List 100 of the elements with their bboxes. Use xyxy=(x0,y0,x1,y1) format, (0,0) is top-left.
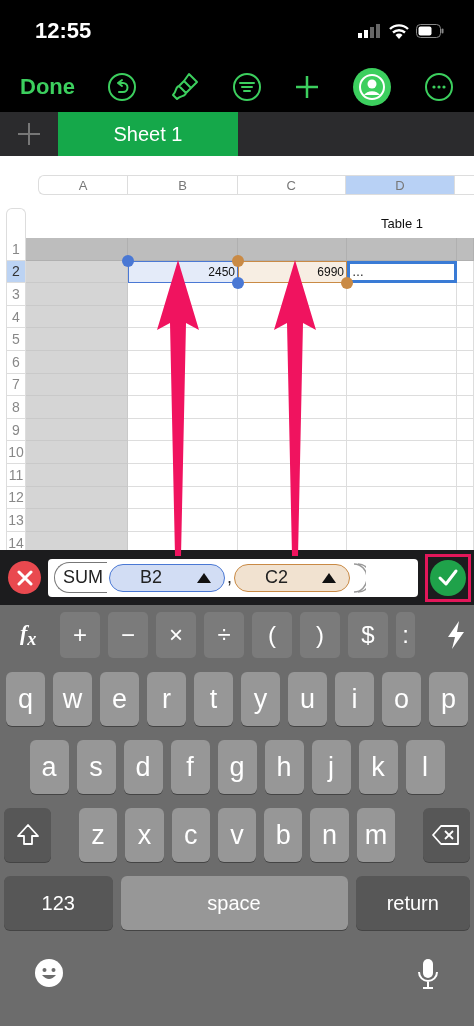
row-number[interactable]: 8 xyxy=(6,396,26,419)
keyboard-key[interactable]: p xyxy=(429,672,468,726)
keyboard-key[interactable]: s xyxy=(76,740,116,794)
keyboard-key[interactable]: o xyxy=(382,672,421,726)
row-number[interactable]: 10 xyxy=(6,441,26,464)
paren-drawing xyxy=(352,562,366,593)
emoji-icon[interactable] xyxy=(34,958,64,988)
keyboard-key[interactable]: d xyxy=(123,740,163,794)
keyboard-key[interactable]: c xyxy=(171,808,210,862)
row-number[interactable]: 1 xyxy=(6,238,26,261)
column-header[interactable]: D xyxy=(344,175,455,195)
backspace-icon xyxy=(432,825,461,845)
lightning-icon[interactable] xyxy=(446,621,466,649)
table-cell xyxy=(457,441,474,464)
column-header[interactable]: A xyxy=(38,175,128,195)
row-number[interactable]: 13 xyxy=(6,509,26,532)
shift-icon xyxy=(15,823,40,847)
keyboard-key[interactable]: r xyxy=(147,672,186,726)
filter-icon[interactable] xyxy=(232,72,263,102)
keyboard-key[interactable]: m xyxy=(356,808,396,862)
keyboard-key[interactable]: q xyxy=(6,672,45,726)
keyboard-key[interactable]: a xyxy=(29,740,69,794)
numbers-key[interactable]: 123 xyxy=(4,876,113,930)
add-icon[interactable] xyxy=(294,74,321,100)
keyboard-key[interactable]: z xyxy=(78,808,118,862)
person-icon[interactable] xyxy=(352,67,393,107)
row-number[interactable]: 3 xyxy=(6,283,26,306)
selection-handle[interactable] xyxy=(232,277,244,290)
keyboard-key[interactable]: b xyxy=(264,808,303,862)
delete-key[interactable] xyxy=(422,808,470,862)
separator-token: , xyxy=(227,567,232,588)
row-number[interactable]: 2 xyxy=(6,260,26,284)
status-time: 12:55 xyxy=(35,18,92,44)
table-cell xyxy=(457,486,474,510)
done-button[interactable]: Done xyxy=(20,74,75,100)
table-cell xyxy=(457,305,474,329)
formula-field[interactable]: SUM B2 , C2 xyxy=(48,558,418,597)
table-cell xyxy=(457,328,474,351)
checkmark-icon xyxy=(430,559,466,596)
function-key[interactable]: f$_{x}$ xyxy=(20,619,52,651)
signal-icon xyxy=(358,24,382,38)
keyboard-key[interactable]: t xyxy=(194,672,233,726)
keyboard-key[interactable]: f xyxy=(170,740,210,794)
table-cell xyxy=(457,463,474,487)
keyboard-key[interactable]: h xyxy=(264,740,304,794)
keyboard-key[interactable]: x xyxy=(125,808,164,862)
table-cell xyxy=(457,260,474,284)
return-key[interactable]: return xyxy=(355,876,470,930)
undo-icon[interactable] xyxy=(106,72,137,102)
table-cell xyxy=(457,418,474,442)
table-cell xyxy=(457,373,474,397)
operator-key[interactable]: ) xyxy=(300,612,340,658)
table-title: Table 1 xyxy=(380,215,424,231)
keyboard-key[interactable]: g xyxy=(217,740,257,794)
selection-handle[interactable] xyxy=(341,277,353,290)
column-header[interactable]: C xyxy=(236,175,345,195)
keyboard-key[interactable]: e xyxy=(100,672,139,726)
operator-key[interactable]: : xyxy=(396,612,415,658)
keyboard-key[interactable]: j xyxy=(311,740,351,794)
keyboard-key[interactable]: k xyxy=(358,740,398,794)
keyboard-key[interactable]: w xyxy=(53,672,92,726)
close-icon xyxy=(16,569,33,586)
row-number[interactable]: 6 xyxy=(6,350,26,374)
keyboard-key[interactable]: v xyxy=(217,808,257,862)
table-cell xyxy=(457,238,474,261)
reference-token[interactable]: C2 xyxy=(234,563,350,592)
row-number[interactable]: 11 xyxy=(6,463,26,487)
space-key[interactable]: space xyxy=(120,876,348,930)
battery-icon xyxy=(416,24,444,38)
row-number[interactable]: 7 xyxy=(6,373,26,397)
editing-cell[interactable]: … xyxy=(347,260,457,284)
keyboard-key[interactable]: i xyxy=(335,672,374,726)
microphone-icon[interactable] xyxy=(418,958,438,990)
more-icon[interactable] xyxy=(423,72,454,102)
operator-key[interactable]: ( xyxy=(252,612,292,658)
row-number[interactable]: 9 xyxy=(6,418,26,442)
table-cell xyxy=(457,350,474,374)
table-cell xyxy=(457,283,474,306)
operator-key[interactable]: − xyxy=(108,612,148,658)
operator-key[interactable]: + xyxy=(60,612,100,658)
table-cell xyxy=(457,509,474,532)
operator-key[interactable]: $ xyxy=(348,612,388,658)
cancel-button[interactable] xyxy=(8,561,41,594)
keyboard-key[interactable]: u xyxy=(288,672,327,726)
shift-key[interactable] xyxy=(4,808,52,862)
sheet-tab[interactable]: Sheet 1 xyxy=(58,112,238,156)
confirm-button[interactable] xyxy=(425,553,471,602)
caret-icon[interactable] xyxy=(321,571,337,584)
operator-key[interactable]: × xyxy=(156,612,196,658)
row-number[interactable]: 5 xyxy=(6,328,26,351)
caret-icon[interactable] xyxy=(196,571,212,584)
add-sheet-icon[interactable] xyxy=(17,122,41,146)
reference-token[interactable]: B2 xyxy=(109,563,225,592)
keyboard-key[interactable]: l xyxy=(405,740,445,794)
row-number[interactable]: 12 xyxy=(6,486,26,510)
keyboard-key[interactable]: y xyxy=(241,672,280,726)
column-header[interactable]: B xyxy=(127,175,237,195)
row-number[interactable]: 4 xyxy=(6,305,26,329)
keyboard-key[interactable]: n xyxy=(310,808,349,862)
operator-key[interactable]: ÷ xyxy=(204,612,244,658)
